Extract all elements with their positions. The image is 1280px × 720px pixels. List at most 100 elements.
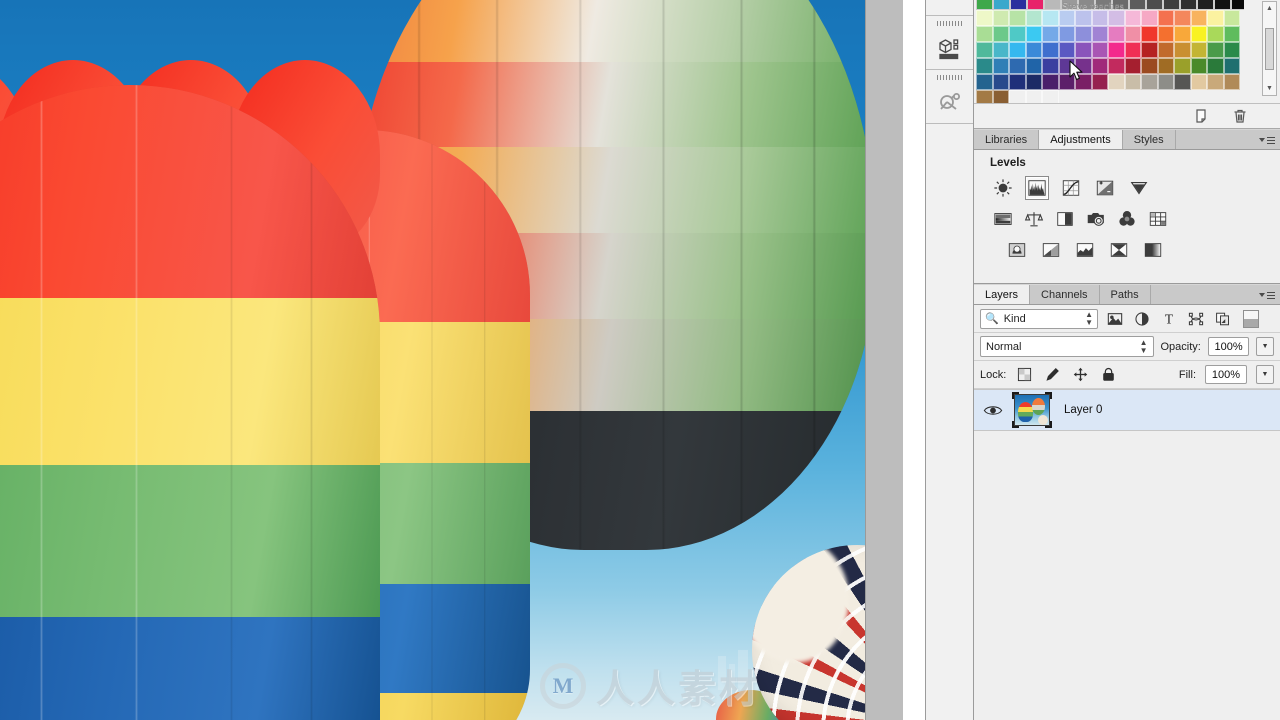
swatch-cell[interactable] bbox=[1075, 10, 1092, 26]
swatch-cell[interactable] bbox=[1042, 26, 1059, 42]
swatch-cell[interactable] bbox=[1190, 42, 1207, 58]
fill-value-field[interactable]: 100% bbox=[1205, 365, 1247, 384]
swatch-cell[interactable] bbox=[1042, 10, 1059, 26]
swatch-cell[interactable] bbox=[1163, 0, 1180, 10]
swatch-cell[interactable] bbox=[976, 0, 993, 10]
3d-panel-icon[interactable] bbox=[937, 35, 963, 61]
swatch-cell[interactable] bbox=[992, 10, 1009, 26]
swatch-cell[interactable] bbox=[1042, 42, 1059, 58]
swatch-cell[interactable] bbox=[1025, 58, 1042, 74]
swatch-cell[interactable] bbox=[1091, 42, 1108, 58]
selective-color-adjustment[interactable] bbox=[1108, 239, 1130, 261]
levels-adjustment[interactable] bbox=[1025, 176, 1049, 200]
swatch-cell[interactable] bbox=[1174, 58, 1191, 74]
swatch-cell[interactable] bbox=[1174, 10, 1191, 26]
invert-adjustment[interactable] bbox=[1006, 239, 1028, 261]
opacity-dropdown-arrow-icon[interactable]: ▼ bbox=[1256, 337, 1274, 356]
swatch-cell[interactable] bbox=[1091, 10, 1108, 26]
black-and-white-adjustment[interactable] bbox=[1054, 208, 1076, 230]
swatch-cell[interactable] bbox=[1129, 0, 1146, 10]
vibrance-adjustment[interactable] bbox=[1128, 177, 1150, 199]
swatch-cell[interactable] bbox=[1207, 42, 1224, 58]
curves-adjustment[interactable] bbox=[1060, 177, 1082, 199]
swatch-cell[interactable] bbox=[1091, 26, 1108, 42]
swatch-cell[interactable] bbox=[1044, 0, 1061, 10]
swatch-cell[interactable] bbox=[1009, 74, 1026, 90]
swatch-cell[interactable] bbox=[1231, 0, 1244, 10]
swatch-cell[interactable] bbox=[1207, 58, 1224, 74]
swatch-cell[interactable] bbox=[1075, 26, 1092, 42]
swatch-cell[interactable] bbox=[1058, 74, 1075, 90]
swatch-cell[interactable] bbox=[1108, 74, 1125, 90]
swatch-cell[interactable] bbox=[1124, 26, 1141, 42]
swatch-cell[interactable] bbox=[1190, 10, 1207, 26]
swatch-cell[interactable] bbox=[1141, 42, 1158, 58]
new-swatch-icon[interactable] bbox=[1194, 108, 1210, 124]
posterize-adjustment[interactable] bbox=[1040, 239, 1062, 261]
swatch-cell[interactable] bbox=[1141, 10, 1158, 26]
swatch-cell[interactable] bbox=[1009, 58, 1026, 74]
swatch-cell[interactable] bbox=[1223, 58, 1240, 74]
swatch-cell[interactable] bbox=[1207, 26, 1224, 42]
swatch-cell[interactable] bbox=[976, 58, 993, 74]
swatch-cell[interactable] bbox=[976, 42, 993, 58]
swatch-cell[interactable] bbox=[1025, 26, 1042, 42]
swatch-cell[interactable] bbox=[1141, 58, 1158, 74]
layer-name-label[interactable]: Layer 0 bbox=[1064, 404, 1102, 416]
scroll-down-arrow-icon[interactable]: ▼ bbox=[1263, 82, 1276, 95]
blend-mode-select[interactable]: Normal ▲ ▼ bbox=[980, 336, 1154, 357]
swatch-cell[interactable] bbox=[1108, 42, 1125, 58]
swatch-cell[interactable] bbox=[1157, 58, 1174, 74]
swatch-cell[interactable] bbox=[1174, 42, 1191, 58]
tab-adjustments[interactable]: Adjustments bbox=[1039, 130, 1123, 149]
filter-enable-toggle[interactable] bbox=[1243, 309, 1259, 328]
layers-panel-menu-icon[interactable] bbox=[1259, 289, 1275, 301]
color-balance-adjustment[interactable] bbox=[1023, 208, 1045, 230]
tab-styles[interactable]: Styles bbox=[1122, 130, 1176, 149]
swatches-grid[interactable] bbox=[976, 10, 1242, 106]
swatch-cell[interactable] bbox=[1207, 10, 1224, 26]
swatch-cell[interactable] bbox=[1009, 26, 1026, 42]
swatch-cell[interactable] bbox=[1157, 42, 1174, 58]
swatch-cell[interactable] bbox=[1058, 26, 1075, 42]
layer-visibility-toggle[interactable] bbox=[974, 404, 1012, 417]
color-lookup-adjustment[interactable] bbox=[1147, 208, 1169, 230]
lock-transparent-pixels-icon[interactable] bbox=[1015, 365, 1034, 384]
swatch-cell[interactable] bbox=[1058, 10, 1075, 26]
type-filter-icon[interactable]: T bbox=[1158, 309, 1179, 329]
swatch-cell[interactable] bbox=[1042, 74, 1059, 90]
scrollbar-thumb[interactable] bbox=[1265, 28, 1274, 70]
delete-swatch-icon[interactable] bbox=[1232, 108, 1248, 124]
channel-mixer-adjustment[interactable] bbox=[1116, 208, 1138, 230]
tab-libraries[interactable]: Libraries bbox=[974, 130, 1040, 149]
swatch-cell[interactable] bbox=[1027, 0, 1044, 10]
chevron-updown-icon[interactable]: ▲ ▼ bbox=[1085, 310, 1093, 327]
swatch-cell[interactable] bbox=[1124, 58, 1141, 74]
swatch-cell[interactable] bbox=[1010, 0, 1027, 10]
swatch-cell[interactable] bbox=[1009, 42, 1026, 58]
swatch-cell[interactable] bbox=[1042, 58, 1059, 74]
fill-dropdown-arrow-icon[interactable]: ▼ bbox=[1256, 365, 1274, 384]
swatch-cell[interactable] bbox=[1157, 10, 1174, 26]
image-canvas[interactable]: M 人人素材 bbox=[0, 0, 865, 720]
tab-paths[interactable]: Paths bbox=[1099, 285, 1151, 304]
dock-item-3d[interactable] bbox=[926, 16, 973, 70]
swatch-cell[interactable] bbox=[1091, 58, 1108, 74]
measurement-log-panel-icon[interactable] bbox=[937, 89, 963, 115]
swatches-scrollbar[interactable]: ▲ ▼ bbox=[1262, 1, 1277, 96]
swatch-cell[interactable] bbox=[992, 74, 1009, 90]
adjustments-panel-menu-icon[interactable] bbox=[1259, 134, 1275, 146]
smart-object-filter-icon[interactable] bbox=[1212, 309, 1233, 329]
swatch-cell[interactable] bbox=[1223, 42, 1240, 58]
swatch-cell[interactable] bbox=[1075, 42, 1092, 58]
swatch-cell[interactable] bbox=[1157, 26, 1174, 42]
swatch-cell[interactable] bbox=[1141, 26, 1158, 42]
threshold-adjustment[interactable] bbox=[1074, 239, 1096, 261]
swatch-cell[interactable] bbox=[1108, 10, 1125, 26]
panel-grip-icon[interactable] bbox=[936, 21, 963, 26]
swatch-cell[interactable] bbox=[1025, 74, 1042, 90]
photo-filter-adjustment[interactable] bbox=[1085, 208, 1107, 230]
tab-channels[interactable]: Channels bbox=[1030, 285, 1100, 304]
swatch-cell[interactable] bbox=[1207, 74, 1224, 90]
pixel-filter-icon[interactable] bbox=[1104, 309, 1125, 329]
